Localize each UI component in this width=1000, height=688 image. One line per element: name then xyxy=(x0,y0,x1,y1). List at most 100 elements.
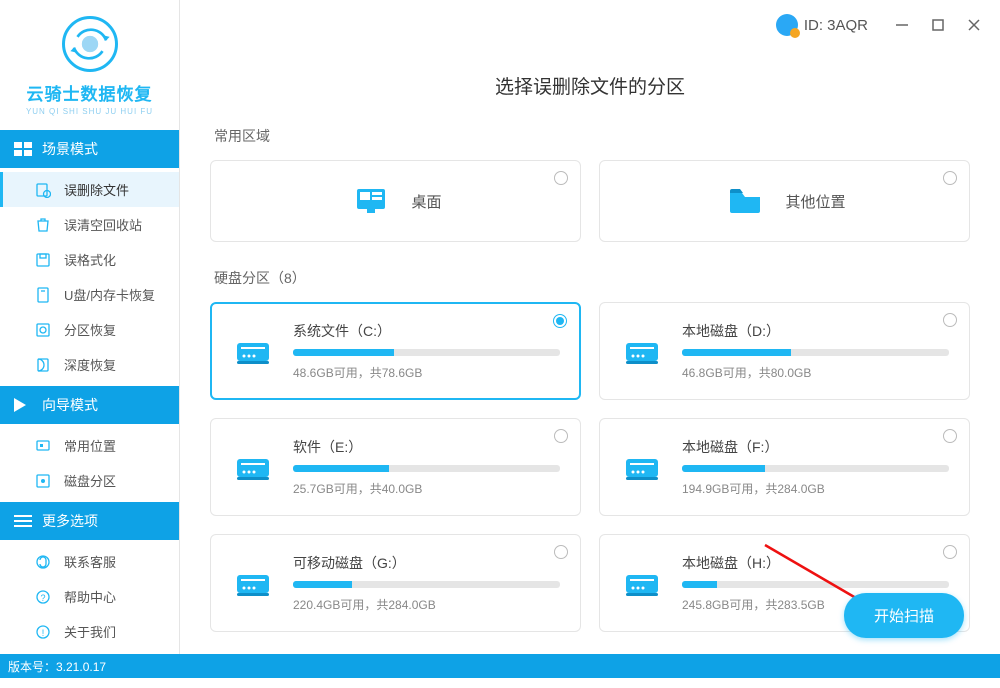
usage-bar xyxy=(293,349,560,356)
format-icon xyxy=(34,251,52,269)
radio-indicator xyxy=(554,429,568,443)
sidebar-item-common-location[interactable]: 常用位置 xyxy=(0,428,179,463)
radio-indicator xyxy=(554,545,568,559)
partition-card[interactable]: 系统文件（C:） 48.6GB可用，共78.6GB xyxy=(210,302,581,400)
usage-bar xyxy=(293,581,560,588)
scene-menu: 误删除文件 误清空回收站 误格式化 U盘/内存卡恢复 分区恢复 深度恢复 xyxy=(0,168,179,386)
partition-card[interactable]: 可移动磁盘（G:） 220.4GB可用，共284.0GB xyxy=(210,534,581,632)
user-id-icon xyxy=(776,14,798,36)
partition-usage: 25.7GB可用，共40.0GB xyxy=(293,480,560,497)
deep-scan-icon xyxy=(34,356,52,374)
common-cards: 桌面 其他位置 xyxy=(210,160,970,242)
partition-name: 系统文件（C:） xyxy=(293,321,560,341)
sidebar-item-label: 常用位置 xyxy=(64,436,116,455)
section-wizard-label: 向导模式 xyxy=(42,395,98,415)
sidebar: 云骑士数据恢复 YUN QI SHI SHU JU HUI FU 场景模式 误删… xyxy=(0,0,180,654)
partition-usage: 194.9GB可用，共284.0GB xyxy=(682,480,949,497)
partition-usage: 48.6GB可用，共78.6GB xyxy=(293,364,560,381)
main-panel: 选择误删除文件的分区 常用区域 桌面 其他位置 xyxy=(180,0,1000,654)
sidebar-item-label: 关于我们 xyxy=(64,622,116,641)
section-scene-label: 场景模式 xyxy=(42,139,98,159)
sidebar-item-label: 磁盘分区 xyxy=(64,471,116,490)
sidebar-item-about[interactable]: ! 关于我们 xyxy=(0,614,179,649)
sidebar-item-deleted-files[interactable]: 误删除文件 xyxy=(0,172,179,207)
drive-icon xyxy=(620,329,664,373)
sidebar-item-formatted[interactable]: 误格式化 xyxy=(0,242,179,277)
usage-bar xyxy=(293,465,560,472)
usage-bar xyxy=(682,581,949,588)
help-icon: ? xyxy=(34,588,52,606)
common-area-label: 常用区域 xyxy=(214,126,970,146)
partition-card[interactable]: 本地磁盘（F:） 194.9GB可用，共284.0GB xyxy=(599,418,970,516)
user-id-badge[interactable]: ID: 3AQR xyxy=(776,14,868,36)
partition-usage: 220.4GB可用，共284.0GB xyxy=(293,596,560,613)
sidebar-item-partition[interactable]: 分区恢复 xyxy=(0,312,179,347)
sidebar-item-deep[interactable]: 深度恢复 xyxy=(0,347,179,382)
sidebar-item-label: 分区恢复 xyxy=(64,320,116,339)
drive-icon xyxy=(231,561,275,605)
drive-icon xyxy=(620,445,664,489)
logo-subtitle: YUN QI SHI SHU JU HUI FU xyxy=(0,107,179,116)
partition-name: 本地磁盘（F:） xyxy=(682,437,949,457)
partition-scroll[interactable]: 常用区域 桌面 其他位置 硬盘分区（8） xyxy=(210,126,986,654)
deleted-files-icon xyxy=(34,181,52,199)
maximize-button[interactable] xyxy=(924,11,952,39)
close-button[interactable] xyxy=(960,11,988,39)
sidebar-item-label: 误格式化 xyxy=(64,250,116,269)
radio-indicator xyxy=(553,314,567,328)
sidebar-item-label: 误清空回收站 xyxy=(64,215,142,234)
logo: 云骑士数据恢复 YUN QI SHI SHU JU HUI FU xyxy=(0,0,179,130)
sidebar-item-disk-partition[interactable]: 磁盘分区 xyxy=(0,463,179,498)
logo-title: 云骑士数据恢复 xyxy=(0,80,179,105)
sidebar-item-label: 误删除文件 xyxy=(64,180,129,199)
card-other-location[interactable]: 其他位置 xyxy=(599,160,970,242)
partition-card[interactable]: 本地磁盘（D:） 46.8GB可用，共80.0GB xyxy=(599,302,970,400)
drive-icon xyxy=(231,329,275,373)
usage-bar xyxy=(682,349,949,356)
folder-icon xyxy=(723,179,767,223)
minimize-button[interactable] xyxy=(888,11,916,39)
partition-cards: 系统文件（C:） 48.6GB可用，共78.6GB 本地磁盘（D:） 46.8G… xyxy=(210,302,970,632)
sidebar-item-usb-sd[interactable]: U盘/内存卡恢复 xyxy=(0,277,179,312)
wizard-mode-icon xyxy=(14,398,32,412)
card-label: 其他位置 xyxy=(785,191,845,212)
recycle-bin-icon xyxy=(34,216,52,234)
titlebar: ID: 3AQR xyxy=(776,0,1000,50)
svg-text:!: ! xyxy=(42,628,45,638)
sidebar-item-recycle-bin[interactable]: 误清空回收站 xyxy=(0,207,179,242)
partition-name: 本地磁盘（D:） xyxy=(682,321,949,341)
about-icon: ! xyxy=(34,623,52,641)
section-more-label: 更多选项 xyxy=(42,511,98,531)
location-icon xyxy=(34,437,52,455)
sidebar-item-help[interactable]: ? 帮助中心 xyxy=(0,579,179,614)
statusbar: 版本号：3.21.0.17 xyxy=(0,654,1000,678)
disk-partition-icon xyxy=(34,472,52,490)
partition-usage: 46.8GB可用，共80.0GB xyxy=(682,364,949,381)
card-desktop[interactable]: 桌面 xyxy=(210,160,581,242)
sidebar-item-label: 联系客服 xyxy=(64,552,116,571)
logo-icon xyxy=(62,16,118,72)
partition-card[interactable]: 软件（E:） 25.7GB可用，共40.0GB xyxy=(210,418,581,516)
drive-icon xyxy=(231,445,275,489)
wizard-menu: 常用位置 磁盘分区 xyxy=(0,424,179,502)
partition-name: 本地磁盘（H:） xyxy=(682,553,949,573)
radio-indicator xyxy=(943,171,957,185)
partition-icon xyxy=(34,321,52,339)
section-wizard-header: 向导模式 xyxy=(0,386,179,424)
radio-indicator xyxy=(943,429,957,443)
version-label: 版本号：3.21.0.17 xyxy=(8,658,106,675)
usb-icon xyxy=(34,286,52,304)
sidebar-item-support[interactable]: 联系客服 xyxy=(0,544,179,579)
usage-bar xyxy=(682,465,949,472)
radio-indicator xyxy=(943,313,957,327)
user-id-text: ID: 3AQR xyxy=(804,17,868,34)
section-more-header: 更多选项 xyxy=(0,502,179,540)
radio-indicator xyxy=(943,545,957,559)
start-scan-button[interactable]: 开始扫描 xyxy=(844,593,964,638)
desktop-icon xyxy=(349,179,393,223)
radio-indicator xyxy=(554,171,568,185)
sidebar-item-label: U盘/内存卡恢复 xyxy=(64,285,155,304)
partitions-label: 硬盘分区（8） xyxy=(214,268,970,288)
more-options-icon xyxy=(14,514,32,528)
drive-icon xyxy=(620,561,664,605)
